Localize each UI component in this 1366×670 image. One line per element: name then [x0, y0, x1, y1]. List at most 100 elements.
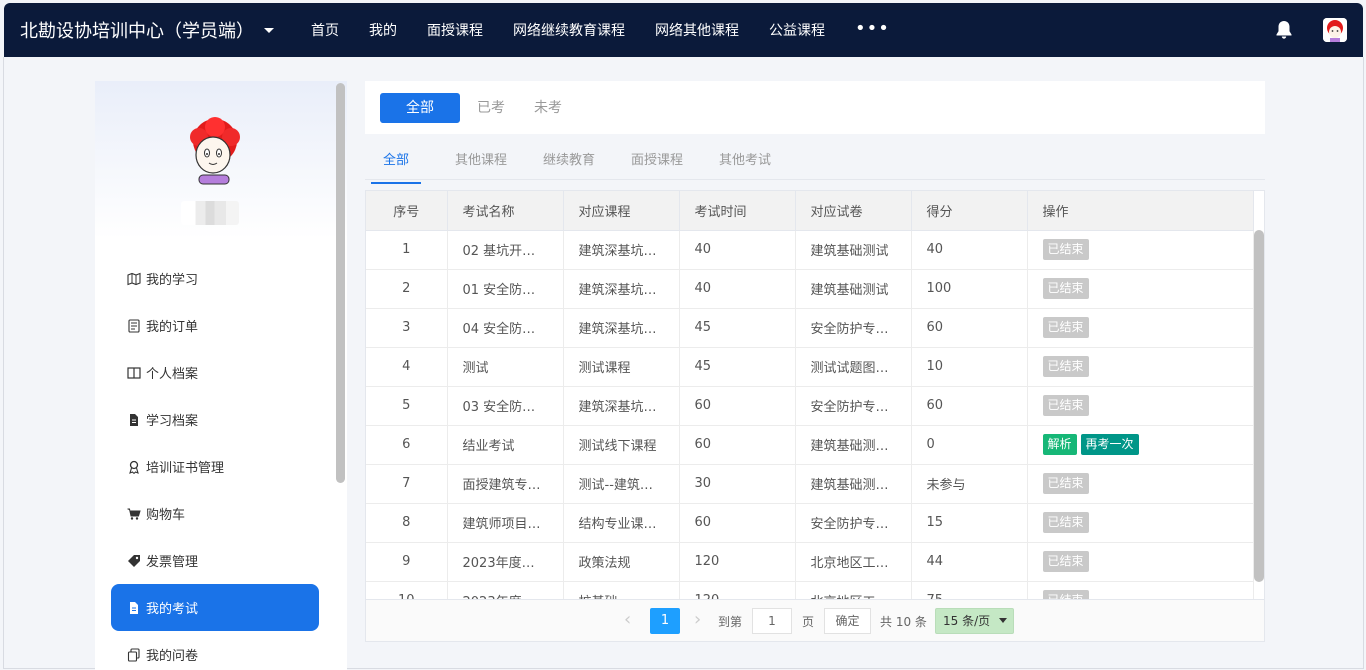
cell-exam-name: 03 安全防… — [447, 386, 564, 426]
status-ended-badge: 已结束 — [1042, 551, 1089, 572]
cell-course: 政策法规 — [563, 542, 680, 582]
sidebar-item-my-orders[interactable]: 我的订单 — [111, 302, 319, 349]
cell-actions: 解析 再考一次 — [1027, 425, 1254, 465]
file-icon — [130, 601, 138, 614]
cell-paper: 建筑基础测… — [795, 425, 912, 465]
tab-category-all[interactable]: 全部 — [371, 149, 422, 184]
side-menu: 我的学习 我的订单 个人档案 学习档案 培训证书管理 购物车 发票管理 我的考试… — [111, 255, 319, 670]
goto-label: 到第 — [718, 615, 743, 629]
cell-score: 75 — [911, 581, 1028, 599]
sidebar-item-invoices[interactable]: 发票管理 — [111, 537, 319, 584]
cell-course: 建筑深基坑… — [563, 230, 680, 270]
cell-actions: 已结束 — [1027, 503, 1254, 543]
cell-actions: 已结束 — [1027, 269, 1254, 309]
cell-course: 测试线下课程 — [563, 425, 680, 465]
nav-mine[interactable]: 我的 — [354, 20, 412, 40]
tab-status-all[interactable]: 全部 — [380, 93, 460, 123]
tab-status-taken[interactable]: 已考 — [469, 93, 513, 123]
cell-no: 2 — [366, 269, 448, 309]
cell-score: 未参与 — [911, 464, 1028, 504]
retake-exam-button[interactable]: 再考一次 — [1080, 434, 1139, 455]
left-sidebar: 我的学习 我的订单 个人档案 学习档案 培训证书管理 购物车 发票管理 我的考试… — [95, 81, 347, 670]
status-ended-badge: 已结束 — [1042, 356, 1089, 377]
cell-exam-time: 40 — [679, 230, 796, 270]
page-number-current[interactable]: 1 — [650, 608, 680, 634]
cell-course: 建筑深基坑… — [563, 269, 680, 309]
sidebar-item-certificates[interactable]: 培训证书管理 — [111, 443, 319, 490]
cell-exam-time: 30 — [679, 464, 796, 504]
tab-category-continuing-edu[interactable]: 继续教育 — [543, 149, 595, 182]
cell-exam-name: 建筑师项目… — [447, 503, 564, 543]
page-size-select[interactable]: 15 条/页 — [935, 608, 1014, 634]
sidebar-item-my-exams[interactable]: 我的考试 — [111, 584, 319, 631]
sidebar-item-label: 学习档案 — [146, 414, 199, 429]
sidebar-item-my-surveys[interactable]: 我的问卷 — [111, 631, 319, 670]
sidebar-item-label: 我的订单 — [146, 320, 199, 335]
page-size-value: 15 条/页 — [943, 614, 991, 628]
cell-course: 结构专业课… — [563, 503, 680, 543]
cell-paper: 北京地区工… — [795, 542, 912, 582]
sidebar-item-my-study[interactable]: 我的学习 — [111, 255, 319, 302]
nav-online-other[interactable]: 网络其他课程 — [640, 20, 754, 40]
total-count: 共 10 条 — [880, 615, 927, 629]
sidebar-item-label: 我的考试 — [146, 602, 199, 617]
cell-no: 5 — [366, 386, 448, 426]
cell-exam-time: 40 — [679, 269, 796, 309]
sidebar-item-label: 购物车 — [146, 508, 186, 523]
avatar-face-icon — [1323, 18, 1347, 42]
cell-exam-name: 02 基坑开… — [447, 230, 564, 270]
tab-status-not-taken[interactable]: 未考 — [526, 93, 570, 123]
chevron-down-icon — [999, 618, 1007, 623]
table-row: 9 2023年度… 政策法规 120 北京地区工… 44 已结束 — [366, 542, 1254, 582]
cell-exam-name: 01 安全防… — [447, 269, 564, 309]
nav-home[interactable]: 首页 — [296, 20, 354, 40]
sidebar-item-label: 培训证书管理 — [146, 461, 225, 476]
next-page-icon[interactable]: › — [694, 609, 701, 630]
status-ended-badge: 已结束 — [1042, 473, 1089, 494]
tab-category-face-courses[interactable]: 面授课程 — [631, 149, 683, 182]
table-row: 102023年度…桩基础…120北京地区工…75 已结束 — [366, 581, 1254, 599]
table-scrollbar[interactable] — [1254, 230, 1264, 582]
cell-no: 1 — [366, 230, 448, 270]
cell-paper: 测试试题图… — [795, 347, 912, 387]
table-body: 1 02 基坑开… 建筑深基坑… 40 建筑基础测试 40 已结束 2 01 安全防… 建筑深基坑… — [366, 230, 1254, 599]
nav-online-continuing[interactable]: 网络继续教育课程 — [498, 20, 640, 40]
tab-category-other-exams[interactable]: 其他考试 — [719, 149, 771, 182]
sidebar-item-profile[interactable]: 个人档案 — [111, 349, 319, 396]
cell-paper: 安全防护专… — [795, 503, 912, 543]
exam-table: 序号 考试名称 对应课程 考试时间 对应试卷 得分 操作 1 02 基坑开… 建筑深… — [365, 190, 1265, 600]
sidebar-item-study-record[interactable]: 学习档案 — [111, 396, 319, 443]
copy-icon — [127, 647, 140, 662]
table-row: 2 01 安全防… 建筑深基坑… 40 建筑基础测试 100 已结束 — [366, 269, 1254, 309]
nav-face-courses[interactable]: 面授课程 — [412, 20, 498, 40]
cell-actions: 已结束 — [1027, 542, 1254, 582]
view-analysis-button[interactable]: 解析 — [1042, 434, 1077, 455]
prev-page-icon[interactable]: ‹ — [624, 609, 631, 630]
cell-score: 100 — [911, 269, 1028, 309]
brand-dropdown[interactable]: 北勘设协培训中心（学员端） — [20, 17, 274, 43]
sidebar-scrollbar[interactable] — [336, 83, 345, 483]
table-row: 8 建筑师项目… 结构专业课… 60 安全防护专… 15 已结束 — [366, 503, 1254, 543]
cell-exam-name: 2023年度… — [447, 581, 564, 599]
sidebar-item-cart[interactable]: 购物车 — [111, 490, 319, 537]
cell-exam-name: 2023年度… — [447, 542, 564, 582]
col-header-paper: 对应试卷 — [795, 191, 912, 231]
cell-course: 建筑深基坑… — [563, 386, 680, 426]
tab-category-other-courses[interactable]: 其他课程 — [455, 149, 507, 182]
goto-confirm-button[interactable]: 确定 — [824, 608, 871, 634]
profile-avatar[interactable] — [179, 117, 251, 189]
profile-card — [95, 81, 347, 239]
bell-icon[interactable] — [1272, 18, 1296, 42]
cell-paper: 安全防护专… — [795, 386, 912, 426]
user-avatar[interactable] — [1323, 18, 1347, 42]
cell-course: 桩基础… — [563, 581, 680, 599]
sidebar-item-label: 我的学习 — [146, 273, 199, 288]
more-menu-icon[interactable]: ••• — [840, 20, 905, 40]
page-unit-label: 页 — [802, 615, 815, 629]
cell-exam-time: 45 — [679, 308, 796, 348]
col-header-actions: 操作 — [1027, 191, 1254, 231]
nav-public-courses[interactable]: 公益课程 — [754, 20, 840, 40]
cell-exam-time: 60 — [679, 386, 796, 426]
cell-paper: 建筑基础测试 — [795, 230, 912, 270]
goto-page-input[interactable] — [752, 608, 792, 634]
